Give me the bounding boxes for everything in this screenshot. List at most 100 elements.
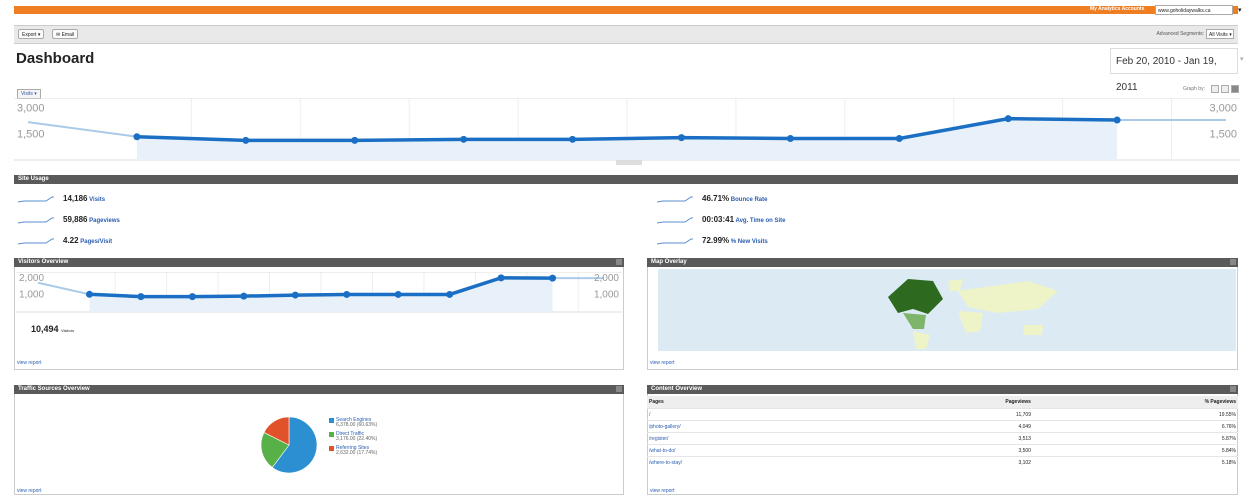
close-icon[interactable] xyxy=(1230,386,1236,392)
stat-label[interactable]: Pages/Visit xyxy=(79,239,112,245)
data-point xyxy=(85,290,93,298)
sparkline-icon xyxy=(657,196,693,203)
data-point xyxy=(394,290,402,298)
column-header[interactable]: Pageviews xyxy=(861,396,1033,409)
data-point xyxy=(1113,116,1121,124)
y-tick-label: 1,500 xyxy=(1209,129,1237,141)
legend-value: 3,176.00 (22.40%) xyxy=(336,436,378,442)
graph-by-day-icon[interactable] xyxy=(1211,85,1219,93)
data-point xyxy=(460,135,468,143)
table-cell: 6.76% xyxy=(1032,420,1238,433)
page-link[interactable]: / xyxy=(649,412,650,418)
email-button[interactable]: ✉ Email xyxy=(52,29,79,39)
close-icon[interactable] xyxy=(1230,259,1236,265)
stat-value: 4.22 xyxy=(63,236,79,245)
content-overview-header: Content Overview xyxy=(647,385,1238,394)
y-tick-label: 3,000 xyxy=(1209,103,1237,115)
table-cell: /where-to-stay/ xyxy=(647,456,862,468)
table-cell: 19.55% xyxy=(1032,408,1238,421)
sparkline-icon xyxy=(18,217,54,224)
header-strip xyxy=(14,6,1238,14)
stat-label[interactable]: Pageviews xyxy=(87,218,120,224)
content-table: Pages Pageviews% Pageviews /11,709 19.55% /… xyxy=(647,396,1238,468)
table-cell: 4,049 xyxy=(861,420,1033,433)
advanced-segments-label: Advanced Segments: xyxy=(1156,31,1204,37)
stat-label[interactable]: % New Visits xyxy=(729,239,768,245)
data-point xyxy=(242,136,250,144)
stat-value: 59,886 xyxy=(63,215,88,224)
column-header[interactable]: Pages xyxy=(647,396,862,409)
table-row: /register/3,513 5.87% xyxy=(647,432,1238,445)
y-tick-label: 2,000 xyxy=(594,273,619,284)
graph-by-month-icon[interactable] xyxy=(1231,85,1239,93)
stat-value: 46.71% xyxy=(702,194,730,203)
visitors-total: 10,494 Visitors xyxy=(31,324,75,334)
data-point xyxy=(677,134,685,142)
column-header[interactable]: % Pageviews xyxy=(1032,396,1238,409)
page-link[interactable]: /what-to-do/ xyxy=(649,448,675,454)
data-point xyxy=(343,290,351,298)
export-button[interactable]: Export ▾ xyxy=(18,29,45,39)
chevron-down-icon[interactable]: ▾ xyxy=(1240,55,1244,63)
view-report-link[interactable]: view report xyxy=(17,360,41,366)
y-tick-label: 2,000 xyxy=(19,273,44,284)
table-row: /photo-gallery/4,049 6.76% xyxy=(647,420,1238,433)
y-tick-label: 1,000 xyxy=(594,290,619,301)
chart-resize-handle[interactable] xyxy=(616,160,642,165)
toolbar: Export ▾ ✉ Email Advanced Segments: All … xyxy=(14,25,1238,44)
data-point xyxy=(895,134,903,142)
view-report-link[interactable]: view report xyxy=(650,360,674,366)
stat-item: 72.99% % New Visits xyxy=(702,236,768,245)
world-map[interactable] xyxy=(658,269,1236,351)
page-link[interactable]: /photo-gallery/ xyxy=(649,424,681,430)
stat-item: 4.22 Pages/Visit xyxy=(63,236,112,245)
table-cell: / xyxy=(647,408,862,421)
date-range-picker[interactable]: Feb 20, 2010 - Jan 19, 2011 xyxy=(1110,48,1238,93)
table-cell: /what-to-do/ xyxy=(647,444,862,457)
y-tick-label: 1,500 xyxy=(17,129,45,141)
close-icon[interactable] xyxy=(616,386,622,392)
page-link[interactable]: /register/ xyxy=(649,436,668,442)
y-tick-label: 3,000 xyxy=(17,103,45,115)
data-point xyxy=(351,136,359,144)
table-row: /where-to-stay/3,102 5.18% xyxy=(647,456,1238,468)
stat-label[interactable]: Avg. Time on Site xyxy=(734,218,785,224)
data-point xyxy=(549,274,557,282)
legend-value: 6,378.00 (60.63%) xyxy=(336,422,378,428)
graph-by-week-icon[interactable] xyxy=(1221,85,1229,93)
sparkline-icon xyxy=(657,217,693,224)
page-link[interactable]: /where-to-stay/ xyxy=(649,460,682,466)
chevron-down-icon[interactable]: ▾ xyxy=(1238,6,1242,14)
table-cell: /register/ xyxy=(647,432,862,445)
main-chart: 3,000 3,000 1,500 1,500 xyxy=(14,98,1240,161)
stat-label[interactable]: Visits xyxy=(87,197,105,203)
stat-value: 72.99% xyxy=(702,236,730,245)
data-point xyxy=(137,293,145,301)
data-point xyxy=(446,290,454,298)
account-select[interactable]: www.goholidaywalks.ca xyxy=(1155,5,1233,15)
sparkline-icon xyxy=(657,238,693,245)
legend-swatch xyxy=(329,418,334,423)
segment-select[interactable]: All Visits ▾ xyxy=(1206,29,1234,39)
site-usage-header: Site Usage xyxy=(14,175,1238,184)
table-cell: 5.18% xyxy=(1032,456,1238,468)
visitors-overview-header: Visitors Overview xyxy=(14,258,624,267)
sparkline-icon xyxy=(18,238,54,245)
stat-value: 14,186 xyxy=(63,194,88,203)
table-cell: 11,709 xyxy=(861,408,1033,421)
data-point xyxy=(786,134,794,142)
data-point xyxy=(133,133,141,141)
map-overlay-header: Map Overlay xyxy=(647,258,1238,267)
stat-item: 46.71% Bounce Rate xyxy=(702,194,767,203)
legend-value: 2,632.00 (17.74%) xyxy=(336,450,378,456)
table-row: / 11,709 19.55% xyxy=(647,408,1238,421)
view-report-link[interactable]: view report xyxy=(17,488,41,494)
account-name[interactable]: My Analytics Accounts xyxy=(1090,6,1144,12)
stat-label[interactable]: Bounce Rate xyxy=(729,197,768,203)
data-point xyxy=(569,135,577,143)
view-report-link[interactable]: view report xyxy=(650,488,674,494)
pie-chart xyxy=(260,416,318,474)
close-icon[interactable] xyxy=(616,259,622,265)
stat-item: 59,886 Pageviews xyxy=(63,215,120,224)
stat-item: 14,186 Visits xyxy=(63,194,105,203)
